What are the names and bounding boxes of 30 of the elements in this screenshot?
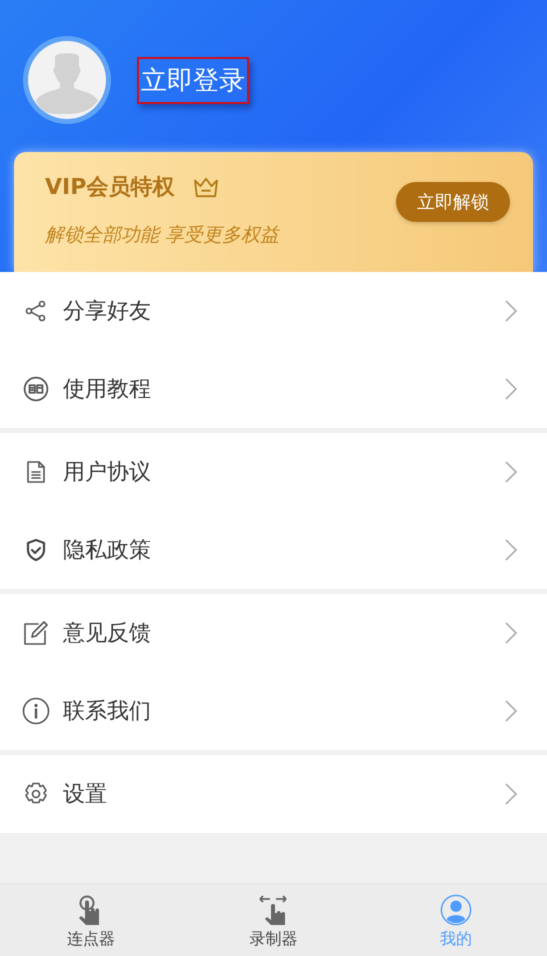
avatar-icon bbox=[22, 35, 112, 125]
tab[interactable]: 录制器 bbox=[182, 884, 365, 956]
vip-subtitle: 解锁全部功能 享受更多权益 bbox=[45, 223, 280, 248]
shield-icon bbox=[24, 537, 48, 563]
vip-title: VIP会员特权 bbox=[45, 174, 174, 202]
chevron-icon bbox=[505, 622, 517, 644]
info-icon bbox=[22, 697, 50, 725]
chevron-icon bbox=[505, 539, 517, 561]
tab[interactable]: 连点器 bbox=[0, 884, 182, 956]
menu-item[interactable]: 分享好友 bbox=[0, 272, 547, 350]
login-button[interactable]: 立即登录 bbox=[137, 56, 249, 104]
menu-item[interactable]: 联系我们 bbox=[0, 672, 547, 750]
book-icon bbox=[23, 376, 49, 402]
menu-item[interactable]: 设置 bbox=[0, 755, 547, 833]
edit-icon bbox=[23, 620, 49, 646]
menu-item[interactable]: 意见反馈 bbox=[0, 594, 547, 672]
menu-item[interactable]: 用户协议 bbox=[0, 433, 547, 511]
chevron-icon bbox=[505, 378, 517, 400]
document-icon bbox=[24, 459, 48, 485]
share-icon bbox=[24, 299, 48, 323]
menu-item[interactable]: 隐私政策 bbox=[0, 511, 547, 589]
crown-icon bbox=[192, 176, 220, 198]
swipe-icon bbox=[258, 894, 288, 926]
chevron-icon bbox=[505, 461, 517, 483]
unlock-button[interactable]: 立即解锁 bbox=[396, 182, 510, 222]
chevron-icon bbox=[505, 300, 517, 322]
menu-item[interactable]: 使用教程 bbox=[0, 350, 547, 428]
chevron-icon bbox=[505, 700, 517, 722]
profile-icon bbox=[440, 894, 472, 926]
chevron-icon bbox=[505, 783, 517, 805]
